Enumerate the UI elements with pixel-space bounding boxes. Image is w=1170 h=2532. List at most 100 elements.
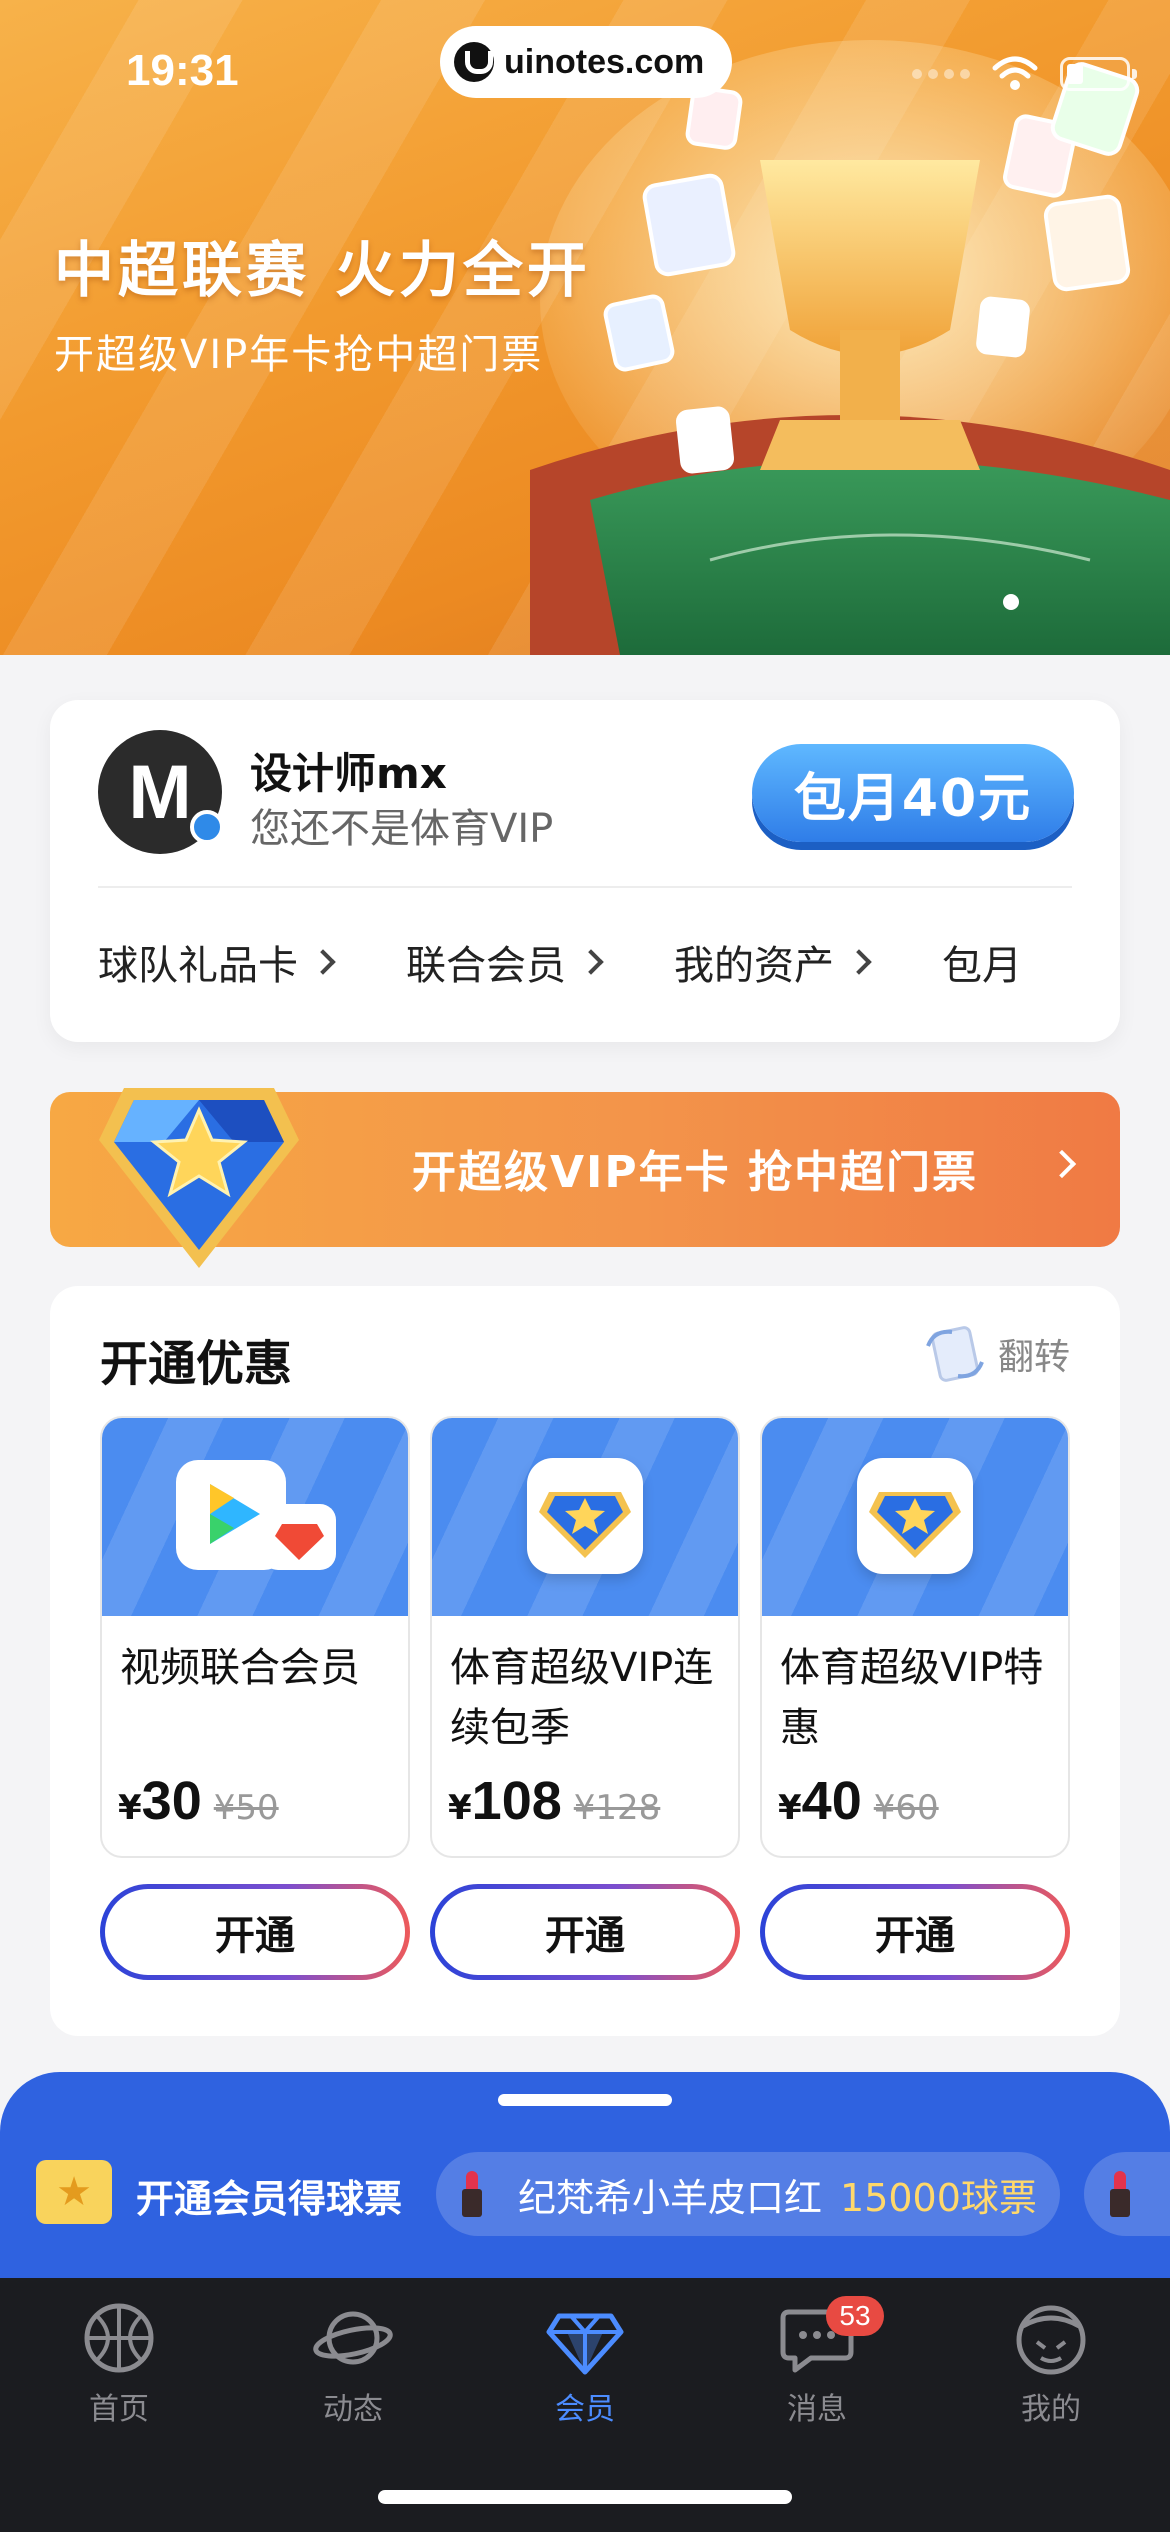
price-current: 108 (471, 1771, 562, 1831)
hero-subtitle: 开超级VIP年卡抢中超门票 (54, 332, 544, 378)
quick-link-my-assets[interactable]: 我的资产 (674, 932, 872, 992)
currency-symbol: ¥ (448, 1788, 472, 1828)
uinotes-logo-icon (454, 42, 494, 82)
reward-points: 15000球票 (840, 2175, 1037, 2220)
promo-text: 开超级VIP年卡 抢中超门票 (412, 1147, 978, 1198)
user-card: M 设计师mx 您还不是体育VIP 包月40元 球队礼品卡 联合会员 我的资产 … (50, 700, 1120, 1042)
planet-icon (313, 2311, 393, 2365)
open-button-sports-special[interactable]: 开通 (760, 1884, 1070, 1980)
currency-symbol: ¥ (118, 1788, 142, 1828)
flip-label: 翻转 (997, 1337, 1070, 1378)
sports-vip-diamond-icon (869, 1492, 961, 1558)
price-current: 30 (141, 1771, 202, 1831)
tab-label: 动态 (323, 2392, 383, 2427)
offer-price: ¥ 108 ¥128 (448, 1770, 660, 1832)
url-pill: uinotes.com (440, 26, 732, 98)
avatar-letter: M (128, 749, 192, 835)
hero-banner[interactable]: 中超联赛 火力全开 开超级VIP年卡抢中超门票 19:31 uinotes.co… (0, 0, 1170, 655)
avatar[interactable]: M (98, 730, 224, 854)
basketball-icon (84, 2303, 154, 2373)
divider (98, 886, 1072, 888)
reward-name: 纪梵希小羊皮口红 (518, 2175, 823, 2220)
status-time: 19:31 (126, 46, 239, 95)
offer-icon-frame (527, 1458, 643, 1574)
tab-membership[interactable]: 会员 (468, 2298, 702, 2438)
open-button-video-joint[interactable]: 开通 (100, 1884, 410, 1980)
flip-button[interactable]: 翻转 (920, 1324, 1070, 1384)
price-original: ¥60 (873, 1788, 939, 1828)
tab-label: 会员 (555, 2392, 615, 2427)
quick-link-monthly[interactable]: 包月 (942, 932, 1022, 992)
offer-name: 体育超级VIP连续包季 (450, 1645, 714, 1751)
url-text: uinotes.com (504, 42, 705, 81)
open-button-label: 开通 (435, 1889, 735, 1975)
tab-label: 消息 (787, 2392, 847, 2427)
tab-label: 我的 (1021, 2392, 1081, 2427)
trophy-stadium-illustration (530, 40, 1170, 655)
offer-card-header (432, 1418, 738, 1616)
star-ticket-icon: ★ (36, 2160, 112, 2224)
tab-label: 首页 (89, 2392, 149, 2427)
home-indicator[interactable] (378, 2490, 792, 2504)
open-button-label: 开通 (765, 1889, 1065, 1975)
price-original: ¥128 (573, 1788, 661, 1828)
ticket-drawer[interactable]: ★ 开通会员得球票 纪梵希小羊皮口红 15000球票 (0, 2072, 1170, 2282)
vip-status: 您还不是体育VIP (250, 806, 554, 852)
price-original: ¥50 (213, 1788, 279, 1828)
quick-link-gift-card[interactable]: 球队礼品卡 (98, 932, 336, 992)
offers-section: 开通优惠 翻转 视频联合会员 ¥ 30 ¥50 开通 体育超级VIP连续包季 ¥… (50, 1286, 1120, 2036)
offer-card-video-joint[interactable]: 视频联合会员 ¥ 30 ¥50 (100, 1416, 410, 1858)
flip-icon (926, 1326, 984, 1382)
section-title: 开通优惠 (100, 1336, 293, 1392)
lipstick-icon (462, 2171, 482, 2217)
offer-name: 视频联合会员 (120, 1645, 360, 1691)
chevron-right-icon (578, 949, 604, 975)
username[interactable]: 设计师mx (250, 740, 447, 801)
offer-card-sports-quarterly[interactable]: 体育超级VIP连续包季 ¥ 108 ¥128 (430, 1416, 740, 1858)
price-current: 40 (801, 1771, 862, 1831)
drawer-handle[interactable] (498, 2094, 672, 2106)
verified-badge-icon (190, 810, 224, 844)
chevron-right-icon (846, 949, 872, 975)
currency-symbol: ¥ (778, 1788, 802, 1828)
offer-name: 体育超级VIP特惠 (780, 1645, 1044, 1751)
lipstick-icon (1110, 2171, 1130, 2217)
offer-price: ¥ 40 ¥60 (778, 1770, 939, 1832)
carousel-indicator (1003, 594, 1019, 610)
vip-diamond-icon (99, 1088, 299, 1268)
quick-link-label: 球队礼品卡 (98, 943, 298, 989)
wifi-icon (992, 56, 1038, 90)
monthly-subscribe-button[interactable]: 包月40元 (752, 744, 1074, 842)
quick-link-label: 我的资产 (674, 943, 834, 989)
battery-icon (1060, 57, 1137, 91)
profile-icon (1016, 2305, 1086, 2375)
quick-link-joint-membership[interactable]: 联合会员 (406, 932, 604, 992)
status-indicators (912, 56, 1137, 92)
open-button-label: 开通 (105, 1889, 405, 1975)
tab-messages[interactable]: 消息 53 (700, 2296, 934, 2438)
chevron-right-icon (1047, 1149, 1077, 1179)
cellular-signal-icon (912, 69, 970, 79)
promo-banner[interactable]: 开超级VIP年卡 抢中超门票 (50, 1088, 1120, 1268)
offer-icon-frame (857, 1458, 973, 1574)
quick-link-label: 联合会员 (406, 943, 566, 989)
quick-link-label: 包月 (942, 943, 1022, 989)
video-membership-icon (176, 1460, 336, 1570)
offer-card-header (762, 1418, 1068, 1616)
offer-card-sports-special[interactable]: 体育超级VIP特惠 ¥ 40 ¥60 (760, 1416, 1070, 1858)
ticket-label: 开通会员得球票 (136, 2177, 403, 2221)
offer-card-header (102, 1418, 408, 1616)
sports-vip-diamond-icon (539, 1492, 631, 1558)
tab-home[interactable]: 首页 (2, 2298, 236, 2438)
tab-feed[interactable]: 动态 (236, 2298, 470, 2438)
offer-price: ¥ 30 ¥50 (118, 1770, 279, 1832)
open-button-sports-quarterly[interactable]: 开通 (430, 1884, 740, 1980)
tab-profile[interactable]: 我的 (934, 2298, 1168, 2438)
quick-links: 球队礼品卡 联合会员 我的资产 包月 (98, 932, 1120, 992)
unread-badge: 53 (826, 2296, 884, 2336)
reward-item-next[interactable] (1084, 2152, 1170, 2236)
diamond-icon (546, 2313, 624, 2375)
chevron-right-icon (310, 949, 336, 975)
hero-title: 中超联赛 火力全开 (54, 236, 591, 306)
reward-item[interactable]: 纪梵希小羊皮口红 15000球票 (436, 2152, 1060, 2236)
